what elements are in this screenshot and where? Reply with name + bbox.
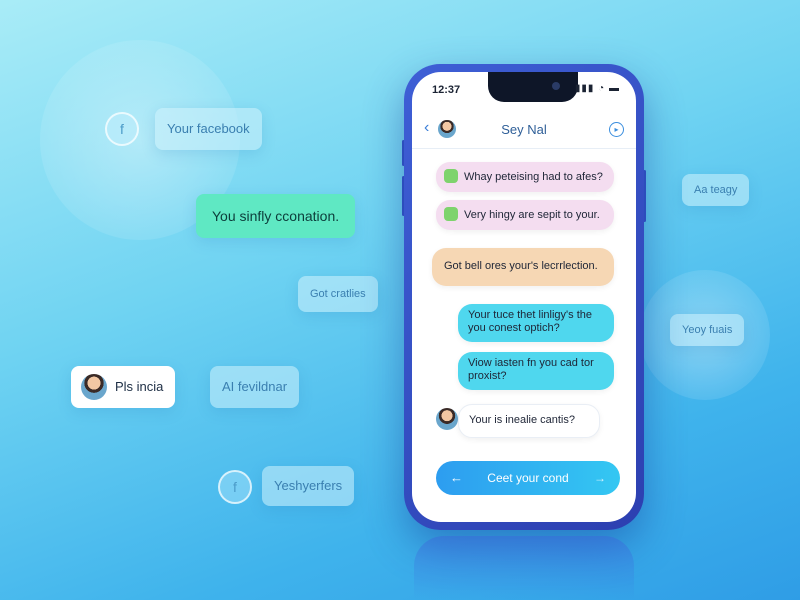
- floating-bubble-facebook: Your facebook: [155, 108, 262, 150]
- floating-bubble-right-mid: Yeoy fuais: [670, 314, 745, 346]
- floating-bubble-text: You sinfly cconation.: [212, 208, 340, 224]
- phone-reflection: [414, 536, 634, 600]
- bot-avatar-icon: [444, 207, 458, 221]
- floating-bubble-text: Got cratlies: [310, 288, 366, 300]
- floating-bubble-text: Yeshyerfers: [274, 478, 343, 493]
- camera-icon: [552, 82, 560, 90]
- phone-frame: 12:37 ▮▮▮ ◔ ▬ ‹ Sey Nal ▸ Whay peteising…: [404, 64, 644, 530]
- floating-bubble-bottom: Yeshyerfers: [262, 466, 355, 506]
- message-bubble[interactable]: Very hingy are sepit to your.: [436, 200, 614, 230]
- message-text: Whay peteising had to afes?: [464, 171, 603, 183]
- message-text: Your is inealie cantis?: [469, 414, 575, 426]
- floating-bubble-text: Your facebook: [167, 121, 250, 136]
- floating-bubble-text: Aa teagy: [694, 184, 738, 196]
- phone-screen: 12:37 ▮▮▮ ◔ ▬ ‹ Sey Nal ▸ Whay peteising…: [412, 72, 636, 522]
- message-text: Viow iasten fn you cad tor proxist?: [468, 357, 594, 382]
- message-text: Very hingy are sepit to your.: [464, 209, 600, 221]
- floating-bubble-ai: AI fevildnar: [210, 366, 300, 408]
- facebook-icon: f: [218, 470, 252, 504]
- arrow-right-icon: →: [594, 471, 606, 485]
- message-bubble[interactable]: Your is inealie cantis?: [458, 404, 600, 438]
- status-time: 12:37: [432, 84, 461, 96]
- floating-bubble-text: Yeoy fuais: [682, 324, 733, 336]
- bot-avatar-icon: [444, 169, 458, 183]
- floating-profile-bubble: Pls incia: [71, 366, 176, 408]
- message-text: Your tuce thet linligy's the you conest …: [468, 309, 592, 334]
- message-bubble[interactable]: Your tuce thet linligy's the you conest …: [458, 304, 614, 342]
- chat-header: ‹ Sey Nal ▸: [412, 114, 636, 149]
- floating-bubble-right-top: Aa teagy: [682, 174, 750, 206]
- avatar-icon: [81, 374, 107, 400]
- floating-bubble-text: Pls incia: [115, 379, 164, 394]
- message-text: Got bell ores your's lecrrlection.: [444, 260, 598, 272]
- phone-notch: [488, 72, 578, 102]
- status-icons: ▮▮▮ ◔ ▬: [574, 83, 620, 94]
- floating-bubble-text: AI fevildnar: [222, 379, 288, 394]
- message-bubble[interactable]: Viow iasten fn you cad tor proxist?: [458, 352, 614, 390]
- avatar-icon: [436, 408, 458, 430]
- facebook-icon: f: [105, 112, 139, 146]
- chat-title: Sey Nal: [501, 122, 547, 137]
- message-bubble[interactable]: Whay peteising had to afes?: [436, 162, 614, 192]
- info-icon[interactable]: ▸: [609, 122, 624, 137]
- cta-label: Ceet your cond: [487, 471, 569, 485]
- message-bubble[interactable]: Got bell ores your's lecrrlection.: [432, 248, 614, 286]
- floating-bubble-green: You sinfly cconation.: [196, 194, 356, 238]
- floating-bubble-grey: Got cratlies: [298, 276, 378, 312]
- primary-cta-button[interactable]: ← Ceet your cond →: [436, 461, 620, 495]
- arrow-left-icon: ←: [450, 470, 463, 485]
